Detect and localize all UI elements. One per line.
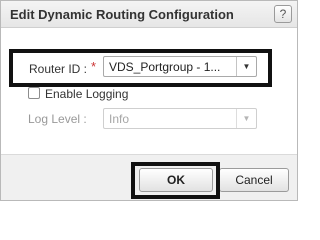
chevron-down-icon[interactable]: ▼ [236, 109, 256, 128]
router-id-highlight-box [9, 49, 272, 87]
dialog-title: Edit Dynamic Routing Configuration [10, 7, 234, 22]
help-icon[interactable]: ? [274, 5, 292, 23]
log-level-value: Info [109, 112, 130, 126]
enable-logging-checkbox[interactable] [28, 87, 40, 99]
dialog-titlebar: Edit Dynamic Routing Configuration ? [1, 1, 297, 28]
log-level-label: Log Level : [28, 112, 87, 126]
enable-logging-label[interactable]: Enable Logging [45, 87, 128, 101]
cancel-button[interactable]: Cancel [219, 168, 289, 192]
ok-button-highlight-box [131, 162, 220, 199]
edit-dynamic-routing-dialog: Edit Dynamic Routing Configuration ? Rou… [0, 0, 298, 201]
log-level-select[interactable]: Info ▼ [103, 108, 257, 129]
